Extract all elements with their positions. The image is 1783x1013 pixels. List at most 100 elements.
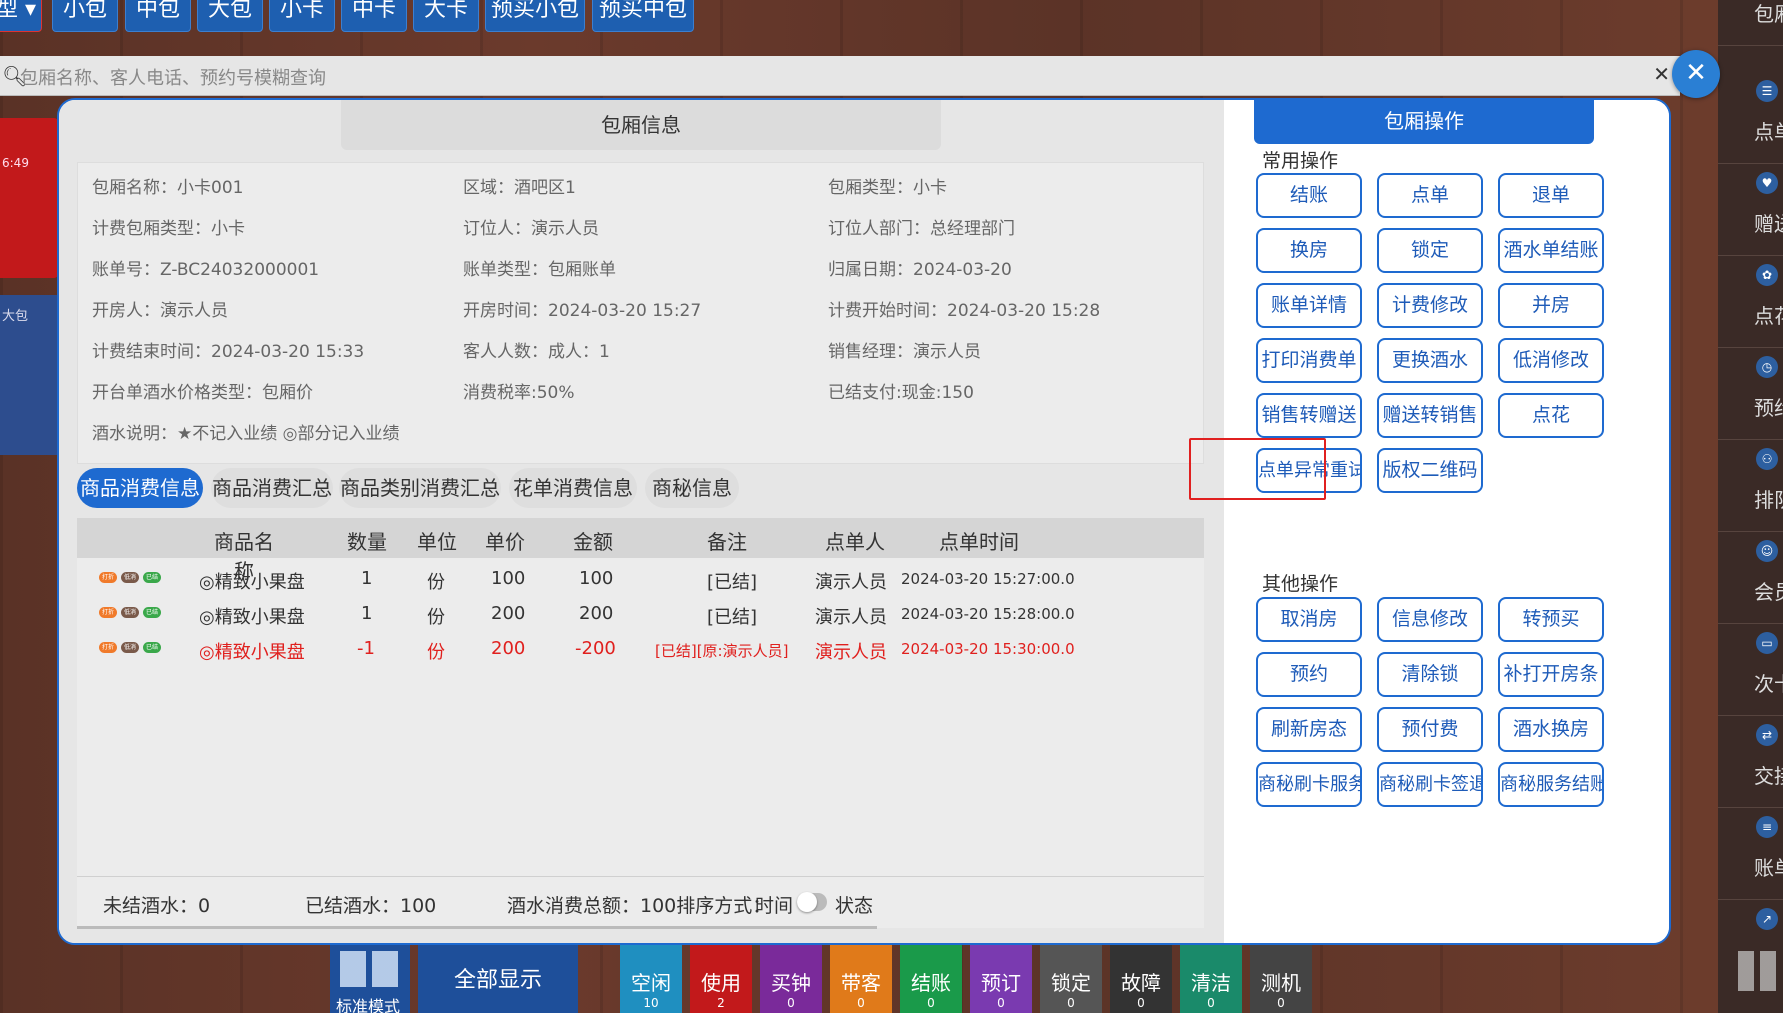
clear-lock-button[interactable]: 清除锁 [1377, 652, 1483, 697]
room-info-tab[interactable]: 包厢信息 [341, 100, 941, 150]
order-flower-button[interactable]: 点花 [1498, 393, 1604, 438]
consumption-table: 商品名称 数量 单位 单价 金额 备注 点单人 点单时间 打折 低消 已结 ◎精… [77, 518, 1204, 876]
sidebar-item-flower[interactable]: ✿ 点花 [1718, 256, 1783, 348]
close-icon[interactable]: ✕ [1672, 50, 1720, 98]
status-idle[interactable]: 空闲 10 [620, 945, 682, 1013]
status-locked[interactable]: 锁定 0 [1040, 945, 1102, 1013]
category-large-room[interactable]: 大包 [197, 0, 263, 32]
item-price: 200 [491, 603, 526, 624]
print-bill-button[interactable]: 打印消费单 [1256, 338, 1362, 383]
lock-button[interactable]: 锁定 [1377, 228, 1483, 273]
category-prebuy-medium[interactable]: 预买中包 [592, 0, 694, 32]
billing-start-time: 计费开始时间：2024-03-20 15:28 [828, 301, 1101, 321]
to-prebuy-button[interactable]: 转预买 [1498, 597, 1604, 642]
category-small-card[interactable]: 小卡 [269, 0, 335, 32]
status-fault[interactable]: 故障 0 [1110, 945, 1172, 1013]
category-large-card[interactable]: 大卡 [413, 0, 479, 32]
status-testing[interactable]: 测机 0 [1250, 945, 1312, 1013]
status-count: 2 [717, 996, 725, 1010]
status-checkout[interactable]: 结账 0 [900, 945, 962, 1013]
secretary-card-service-button[interactable]: 商秘刷卡服务 [1256, 762, 1362, 807]
tab-goods-summary[interactable]: 商品消费汇总 [211, 468, 333, 508]
status-cleaning[interactable]: 清洁 0 [1180, 945, 1242, 1013]
sidebar-item-order[interactable]: ☰ 点单 [1718, 72, 1783, 164]
item-amount: 200 [579, 603, 614, 624]
category-prebuy-small[interactable]: 预买小包 [485, 0, 585, 32]
bill-detail-button[interactable]: 账单详情 [1256, 283, 1362, 328]
status-buy-time[interactable]: 买钟 0 [760, 945, 822, 1013]
prepay-button[interactable]: 预付费 [1377, 707, 1483, 752]
min-charge-badge: 低消 [121, 607, 139, 618]
show-all-button[interactable]: 全部显示 [418, 945, 578, 1013]
checkout-button[interactable]: 结账 [1256, 173, 1362, 218]
room-card-partial[interactable]: 6:49 [0, 118, 58, 278]
table-row[interactable]: 打折 低消 已结 ◎精致小果盘 1 份 200 200 [已结] 演示人员 20… [77, 593, 1204, 633]
search-bar[interactable]: 🔍︎ 包厢名称、客人电话、预约号模糊查询 ✕ [0, 56, 1680, 96]
sidebar-item-times-card[interactable]: ▭ 次卡 [1718, 624, 1783, 716]
min-charge-edit-button[interactable]: 低消修改 [1498, 338, 1604, 383]
billing-edit-button[interactable]: 计费修改 [1377, 283, 1483, 328]
sidebar-item-reserve[interactable]: ◷ 预约 [1718, 348, 1783, 440]
horizontal-scrollbar[interactable] [77, 926, 877, 929]
category-medium-card[interactable]: 中卡 [341, 0, 407, 32]
room-operations-pane: 包厢操作 常用操作 结账 点单 退单 换房 锁定 酒水单结账 账单详情 计费修改… [1224, 100, 1669, 943]
gift-to-sale-button[interactable]: 赠送转销售 [1377, 393, 1483, 438]
info-row: 包厢名称：小卡001 区域：酒吧区1 包厢类型：小卡 [78, 163, 1205, 203]
sidebar-item-queue[interactable]: ⚇ 排队 [1718, 440, 1783, 532]
reprint-open-slip-button[interactable]: 补打开房条 [1498, 652, 1604, 697]
cancel-room-button[interactable]: 取消房 [1256, 597, 1362, 642]
tax-rate: 消费税率:50% [463, 383, 575, 403]
col-amount: 金额 [573, 530, 613, 554]
drink-bill-checkout-button[interactable]: 酒水单结账 [1498, 228, 1604, 273]
item-price: 100 [491, 568, 526, 589]
status-in-use[interactable]: 使用 2 [690, 945, 752, 1013]
tab-flower-consumption[interactable]: 花单消费信息 [509, 468, 637, 508]
sidebar-item-bill-query[interactable]: ≡ 账单查 [1718, 808, 1783, 900]
secretary-card-signout-button[interactable]: 商秘刷卡签退 [1377, 762, 1483, 807]
sale-to-gift-button[interactable]: 销售转赠送 [1256, 393, 1362, 438]
item-amount: 100 [579, 568, 614, 589]
other-ops-label: 其他操作 [1262, 573, 1339, 595]
grid-view-icon[interactable] [1738, 951, 1778, 991]
mode-toggle-button[interactable]: 标准模式 [330, 945, 410, 1013]
sort-toggle[interactable] [797, 892, 827, 912]
clear-icon[interactable]: ✕ [1653, 62, 1670, 86]
sidebar-label: 会员 [1754, 580, 1783, 604]
status-reserved[interactable]: 预订 0 [970, 945, 1032, 1013]
room-detail-dialog: 包厢信息 包厢名称：小卡001 区域：酒吧区1 包厢类型：小卡 计费包厢类型：小… [57, 98, 1671, 945]
room-type-dropdown[interactable]: 型 ▾ [0, 0, 42, 32]
replace-drink-button[interactable]: 更换酒水 [1377, 338, 1483, 383]
search-input[interactable]: 包厢名称、客人电话、预约号模糊查询 [20, 64, 326, 90]
info-edit-button[interactable]: 信息修改 [1377, 597, 1483, 642]
status-count: 0 [1277, 996, 1285, 1010]
tab-goods-consumption[interactable]: 商品消费信息 [77, 468, 203, 508]
item-name: ◎精致小果盘 [199, 642, 305, 663]
info-row: 账单号：Z-BC24032000001 账单类型：包厢账单 归属日期：2024-… [78, 245, 1205, 285]
room-card-partial-blue[interactable]: 大包 [0, 295, 58, 455]
booker-department: 订位人部门：总经理部门 [828, 219, 1015, 239]
status-bring-guest[interactable]: 带客 0 [830, 945, 892, 1013]
category-medium-room[interactable]: 中包 [125, 0, 191, 32]
drink-change-room-button[interactable]: 酒水换房 [1498, 707, 1604, 752]
sort-status-label: 状态 [835, 895, 874, 917]
refund-button[interactable]: 退单 [1498, 173, 1604, 218]
item-unit: 份 [427, 607, 445, 628]
sidebar-item-gift[interactable]: ♥ 赠送 [1718, 164, 1783, 256]
item-note: [已结] [707, 607, 758, 628]
copyright-qrcode-button[interactable]: 版权二维码 [1377, 448, 1483, 493]
tab-secretary-info[interactable]: 商秘信息 [645, 468, 739, 508]
merge-room-button[interactable]: 并房 [1498, 283, 1604, 328]
sidebar-item-handover[interactable]: ⇄ 交接 [1718, 716, 1783, 808]
sidebar-item-room[interactable]: ▦包厢 [1718, 0, 1783, 46]
sidebar-item-member[interactable]: ☺ 会员 [1718, 532, 1783, 624]
tab-category-summary[interactable]: 商品类别消费汇总 [339, 468, 501, 508]
category-small-room[interactable]: 小包 [52, 0, 118, 32]
table-row[interactable]: 打折 低消 已结 ◎精致小果盘 1 份 100 100 [已结] 演示人员 20… [77, 558, 1204, 598]
secretary-service-checkout-button[interactable]: 商秘服务结账 [1498, 762, 1604, 807]
table-row[interactable]: 打折 低消 已结 ◎精致小果盘 -1 份 200 -200 [已结][原:演示人… [77, 628, 1204, 668]
reserve-button[interactable]: 预约 [1256, 652, 1362, 697]
change-room-button[interactable]: 换房 [1256, 228, 1362, 273]
min-charge-badge: 低消 [121, 642, 139, 653]
refresh-room-status-button[interactable]: 刷新房态 [1256, 707, 1362, 752]
order-button[interactable]: 点单 [1377, 173, 1483, 218]
